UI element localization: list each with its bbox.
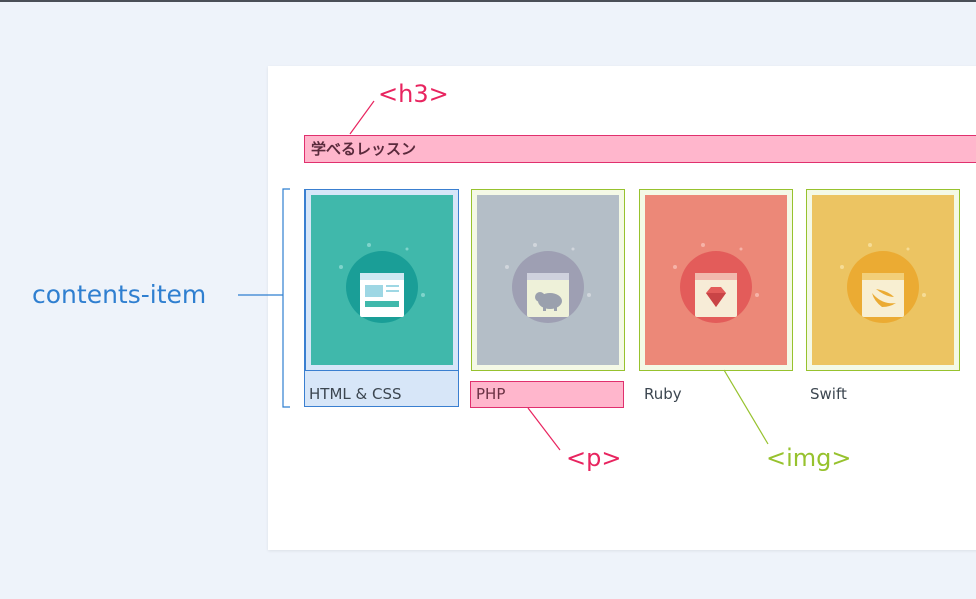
annotation-p: <p> [566,444,622,472]
annotation-img: <img> [766,444,852,472]
annotation-contents-item: contents-item [32,280,207,309]
annotation-h3: <h3> [378,80,449,108]
